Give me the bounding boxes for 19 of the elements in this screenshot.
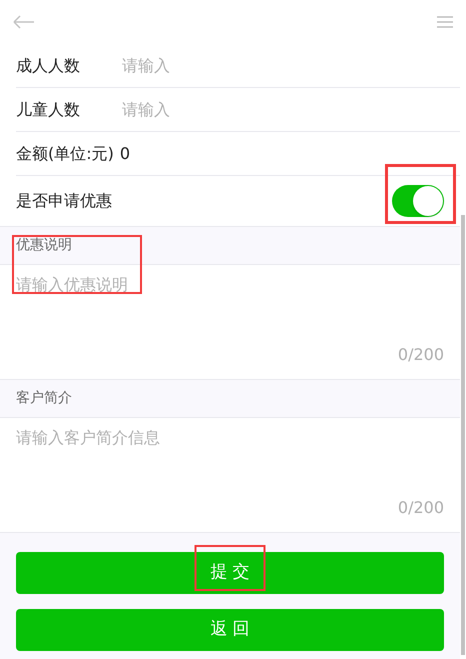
section-title: 优惠说明	[16, 236, 72, 255]
amount-value: 0	[120, 142, 130, 164]
input-field[interactable]: 请输入	[122, 98, 444, 122]
field-label: 金额(单位:元)	[16, 142, 114, 164]
text-area[interactable]: 请输入优惠说明	[16, 273, 444, 343]
character-counter: 0/200	[398, 497, 444, 519]
toggle-switch[interactable]	[392, 185, 444, 217]
field-label: 成人人数	[16, 54, 81, 76]
submit-button[interactable]: 提 交	[16, 552, 444, 594]
field-label: 儿童人数	[16, 98, 81, 120]
back-button[interactable]: 返 回	[16, 609, 444, 651]
section-title: 客户简介	[16, 389, 72, 408]
field-label: 是否申请优惠	[16, 190, 112, 212]
back-arrow-icon[interactable]	[13, 15, 35, 29]
menu-icon[interactable]	[437, 15, 453, 29]
text-area[interactable]: 请输入客户简介信息	[16, 426, 444, 496]
input-field[interactable]: 请输入	[122, 54, 444, 78]
scrollbar[interactable]	[461, 215, 465, 655]
character-counter: 0/200	[398, 344, 444, 366]
